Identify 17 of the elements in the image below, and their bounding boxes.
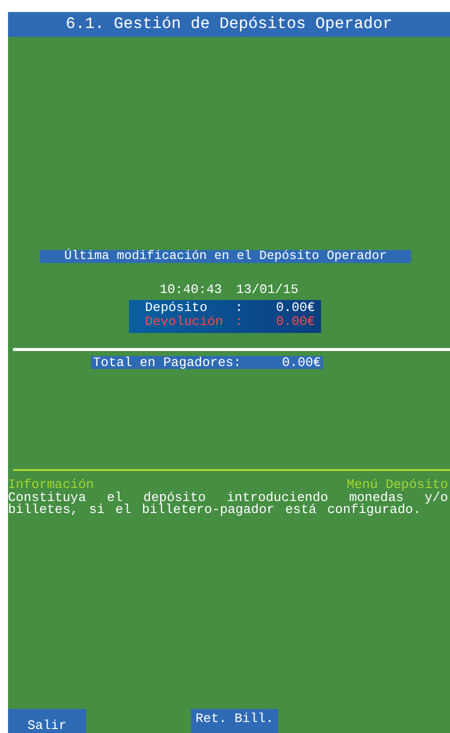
amount-label: Devolución [145,315,224,329]
info-title: Información [8,478,94,492]
softkey-button[interactable]: Salir [8,709,86,733]
total-value: 0.00€ [282,356,321,369]
separator-text: : [235,301,244,315]
softkey-button[interactable]: Ret. Bill. [191,709,278,733]
window-title: 6.1. Gestión de Depósitos Operador [8,12,450,37]
separator-text: : [235,315,244,329]
amount-value: 0.00€ [275,301,315,315]
menu-title: Menú Depósito [346,478,448,492]
amount-label: Depósito [145,301,208,315]
time-text: 10:40:43 [160,283,222,297]
total-label: Total en Pagadores: [93,356,242,369]
last-modification-heading: Última modificación en el Depósito Operador [40,250,411,263]
info-message: Constituya el depósito introduciendo monedas y/o billetes, si el billetero-pagador está configurado. [8,492,448,516]
amount-value: 0.00€ [275,315,315,329]
date-text: 13/01/15 [236,283,298,297]
